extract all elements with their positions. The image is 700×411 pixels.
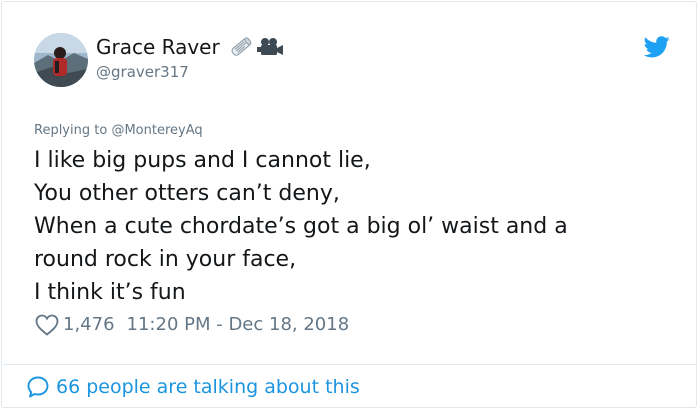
avatar[interactable] — [34, 33, 88, 87]
conversation-link[interactable]: 66 people are talking about this — [26, 375, 360, 399]
video-camera-icon — [256, 34, 284, 60]
tweet-text-line: round rock in your face, — [34, 247, 297, 272]
tweet-timestamp[interactable]: 11:20 PM - Dec 18, 2018 — [127, 313, 350, 337]
tweet-text-line: I think it’s fun — [34, 280, 186, 305]
replying-to-prefix: Replying to — [34, 123, 112, 138]
avatar-photo — [34, 33, 88, 87]
tweet-text-line: I like big pups and I cannot lie, — [34, 148, 371, 173]
display-name[interactable]: Grace Raver — [96, 34, 220, 60]
tweet-card: Grace Raver @graver317 Replying to @Mont… — [1, 1, 697, 408]
heart-icon[interactable] — [35, 314, 59, 336]
reply-mention-link[interactable]: @MontereyAq — [111, 123, 202, 138]
user-name-row: Grace Raver — [96, 34, 284, 60]
conversation-count-text: 66 people are talking about this — [56, 376, 360, 398]
speech-bubble-icon — [26, 375, 50, 399]
tweet-text-line: You other otters can’t deny, — [34, 181, 340, 206]
divider — [3, 364, 697, 365]
replying-to: Replying to @MontereyAq — [34, 123, 203, 139]
like-count[interactable]: 1,476 — [63, 313, 115, 337]
user-handle[interactable]: @graver317 — [96, 62, 189, 82]
newspaper-roll-icon — [228, 34, 254, 60]
twitter-bird-icon[interactable] — [643, 36, 670, 58]
tweet-text: I like big pups and I cannot lie, You ot… — [34, 144, 674, 309]
tweet-meta: 1,476 11:20 PM - Dec 18, 2018 — [35, 313, 349, 337]
tweet-text-line: When a cute chordate’s got a big ol’ wai… — [34, 214, 568, 239]
